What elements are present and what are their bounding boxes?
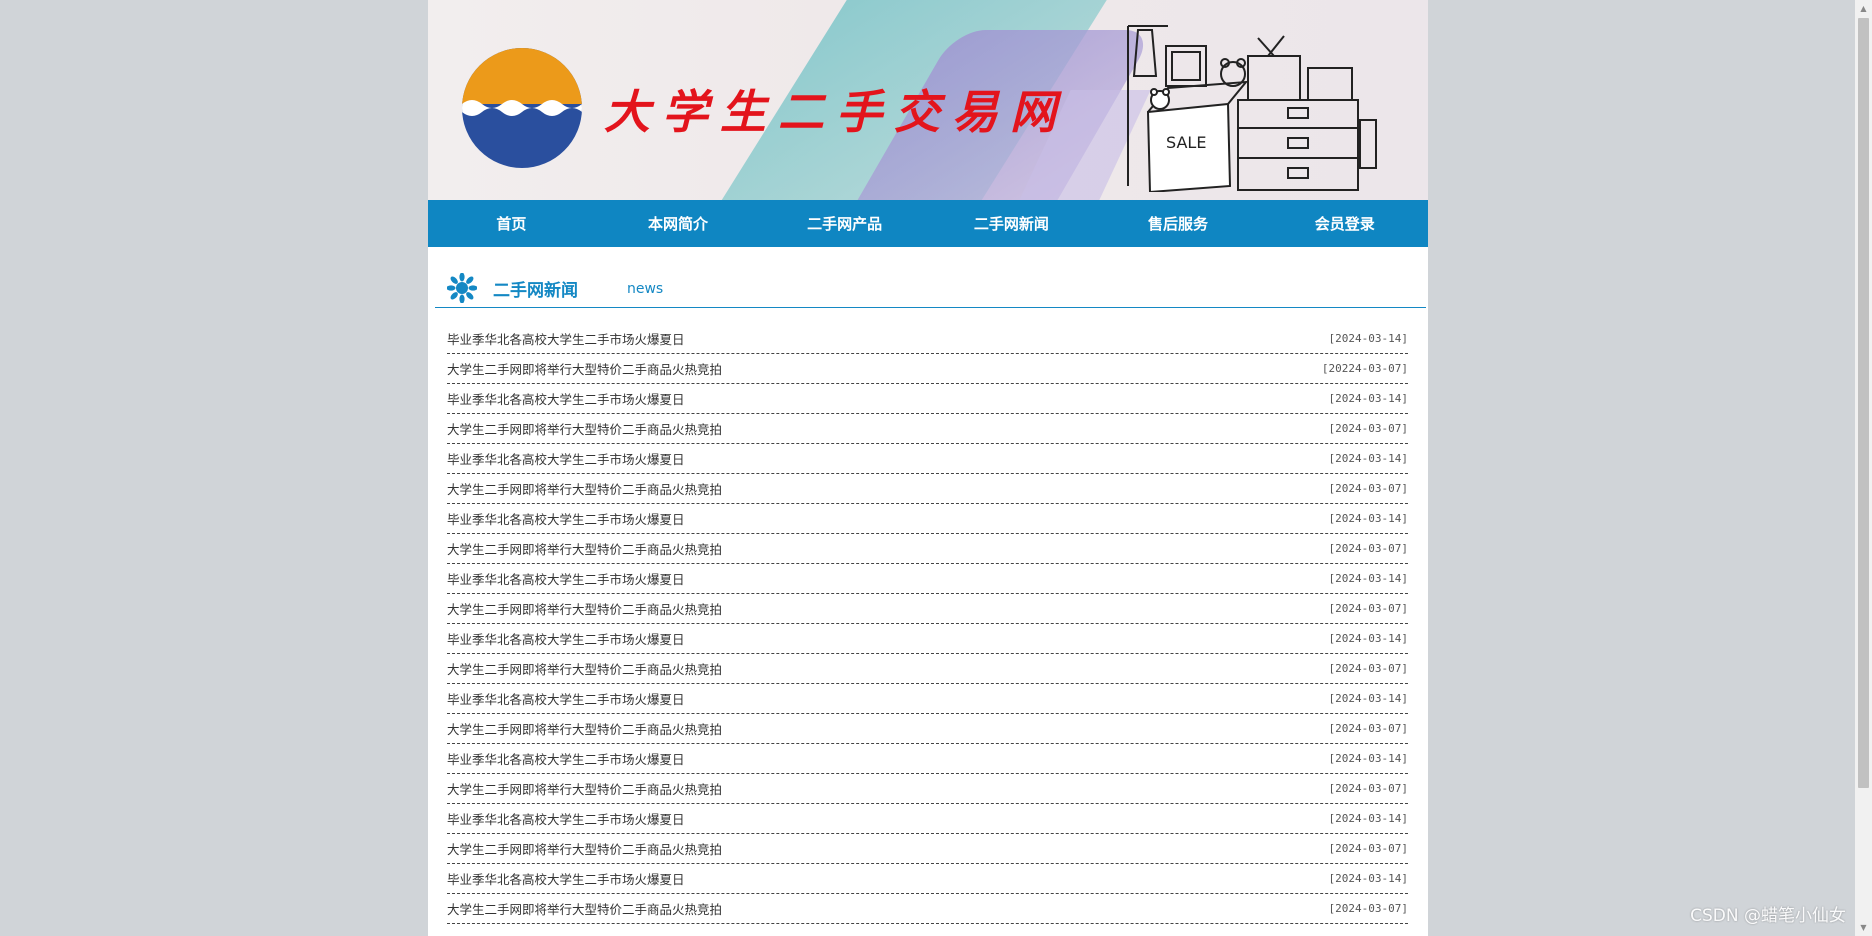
nav-item-login[interactable]: 会员登录	[1261, 200, 1428, 247]
news-title[interactable]: 大学生二手网即将举行大型特价二手商品火热竞拍	[447, 539, 722, 558]
news-title[interactable]: 大学生二手网即将举行大型特价二手商品火热竞拍	[447, 779, 722, 798]
news-title[interactable]: 毕业季华北各高校大学生二手市场火爆夏日	[447, 449, 685, 468]
news-date: [2024-03-07]	[1328, 722, 1408, 735]
news-date: [2024-03-14]	[1328, 332, 1408, 345]
watermark: CSDN @蜡笔小仙女	[1690, 906, 1846, 926]
news-title[interactable]: 毕业季华北各高校大学生二手市场火爆夏日	[447, 869, 685, 888]
site-logo-icon[interactable]	[462, 48, 582, 168]
news-date: [2024-03-07]	[1328, 782, 1408, 795]
news-date: [2024-03-14]	[1328, 812, 1408, 825]
news-item[interactable]: 毕业季华北各高校大学生二手市场火爆夏日 [2024-03-14]	[447, 324, 1408, 354]
news-title[interactable]: 毕业季华北各高校大学生二手市场火爆夏日	[447, 509, 685, 528]
scroll-up-arrow-icon[interactable]: ▲	[1855, 0, 1872, 17]
site-title: 大学生二手交易网	[604, 85, 1068, 139]
section-title: 二手网新闻	[493, 281, 578, 301]
news-item[interactable]: 毕业季华北各高校大学生二手市场火爆夏日 [2024-03-14]	[447, 864, 1408, 894]
news-item[interactable]: 毕业季华北各高校大学生二手市场火爆夏日 [2024-03-14]	[447, 564, 1408, 594]
news-date: [2024-03-07]	[1328, 602, 1408, 615]
news-title[interactable]: 大学生二手网即将举行大型特价二手商品火热竞拍	[447, 719, 722, 738]
news-item[interactable]: 大学生二手网即将举行大型特价二手商品火热竞拍 [2024-03-07]	[447, 414, 1408, 444]
page-container: 大学生二手交易网 SALE 首页 本网简介 二手网产品 二手网新闻 售后服务 会…	[428, 0, 1428, 936]
scroll-down-arrow-icon[interactable]: ▼	[1855, 919, 1872, 936]
news-item[interactable]: 毕业季华北各高校大学生二手市场火爆夏日 [2024-03-14]	[447, 744, 1408, 774]
news-list: 毕业季华北各高校大学生二手市场火爆夏日 [2024-03-14] 大学生二手网即将…	[447, 324, 1408, 924]
sale-sign-text: SALE	[1166, 133, 1206, 152]
news-section-header: 二手网新闻 news	[435, 269, 1426, 308]
nav-item-products[interactable]: 二手网产品	[761, 200, 928, 247]
news-item[interactable]: 大学生二手网即将举行大型特价二手商品火热竞拍 [2024-03-07]	[447, 774, 1408, 804]
news-item[interactable]: 毕业季华北各高校大学生二手市场火爆夏日 [2024-03-14]	[447, 684, 1408, 714]
news-title[interactable]: 大学生二手网即将举行大型特价二手商品火热竞拍	[447, 359, 722, 378]
flower-icon	[447, 273, 477, 303]
news-title[interactable]: 毕业季华北各高校大学生二手市场火爆夏日	[447, 809, 685, 828]
section-subtitle: news	[627, 281, 664, 297]
header-banner: 大学生二手交易网 SALE	[428, 0, 1428, 200]
news-item[interactable]: 大学生二手网即将举行大型特价二手商品火热竞拍 [2024-03-07]	[447, 594, 1408, 624]
news-date: [2024-03-14]	[1328, 872, 1408, 885]
news-date: [2024-03-07]	[1328, 662, 1408, 675]
news-title[interactable]: 大学生二手网即将举行大型特价二手商品火热竞拍	[447, 479, 722, 498]
news-date: [20224-03-07]	[1321, 362, 1408, 375]
nav-item-service[interactable]: 售后服务	[1095, 200, 1262, 247]
news-item[interactable]: 毕业季华北各高校大学生二手市场火爆夏日 [2024-03-14]	[447, 444, 1408, 474]
news-title[interactable]: 大学生二手网即将举行大型特价二手商品火热竞拍	[447, 899, 722, 918]
scrollbar-thumb[interactable]	[1858, 18, 1869, 788]
news-date: [2024-03-14]	[1328, 692, 1408, 705]
news-title[interactable]: 毕业季华北各高校大学生二手市场火爆夏日	[447, 749, 685, 768]
news-title[interactable]: 毕业季华北各高校大学生二手市场火爆夏日	[447, 329, 685, 348]
news-item[interactable]: 大学生二手网即将举行大型特价二手商品火热竞拍 [2024-03-07]	[447, 834, 1408, 864]
news-item[interactable]: 大学生二手网即将举行大型特价二手商品火热竞拍 [2024-03-07]	[447, 714, 1408, 744]
news-date: [2024-03-14]	[1328, 572, 1408, 585]
news-date: [2024-03-07]	[1328, 902, 1408, 915]
news-title[interactable]: 毕业季华北各高校大学生二手市场火爆夏日	[447, 689, 685, 708]
news-title[interactable]: 毕业季华北各高校大学生二手市场火爆夏日	[447, 629, 685, 648]
news-title[interactable]: 大学生二手网即将举行大型特价二手商品火热竞拍	[447, 659, 722, 678]
main-nav: 首页 本网简介 二手网产品 二手网新闻 售后服务 会员登录	[428, 200, 1428, 247]
news-item[interactable]: 大学生二手网即将举行大型特价二手商品火热竞拍 [2024-03-07]	[447, 474, 1408, 504]
news-item[interactable]: 大学生二手网即将举行大型特价二手商品火热竞拍 [20224-03-07]	[447, 354, 1408, 384]
news-item[interactable]: 大学生二手网即将举行大型特价二手商品火热竞拍 [2024-03-07]	[447, 654, 1408, 684]
news-date: [2024-03-14]	[1328, 752, 1408, 765]
news-date: [2024-03-07]	[1328, 542, 1408, 555]
sale-furniture-illustration: SALE	[1127, 25, 1377, 192]
news-title[interactable]: 大学生二手网即将举行大型特价二手商品火热竞拍	[447, 419, 722, 438]
nav-item-news[interactable]: 二手网新闻	[928, 200, 1095, 247]
nav-item-about[interactable]: 本网简介	[595, 200, 762, 247]
news-item[interactable]: 毕业季华北各高校大学生二手市场火爆夏日 [2024-03-14]	[447, 384, 1408, 414]
news-title[interactable]: 大学生二手网即将举行大型特价二手商品火热竞拍	[447, 599, 722, 618]
news-date: [2024-03-14]	[1328, 512, 1408, 525]
news-title[interactable]: 毕业季华北各高校大学生二手市场火爆夏日	[447, 569, 685, 588]
news-date: [2024-03-07]	[1328, 842, 1408, 855]
news-item[interactable]: 大学生二手网即将举行大型特价二手商品火热竞拍 [2024-03-07]	[447, 534, 1408, 564]
news-item[interactable]: 毕业季华北各高校大学生二手市场火爆夏日 [2024-03-14]	[447, 624, 1408, 654]
news-date: [2024-03-14]	[1328, 632, 1408, 645]
news-title[interactable]: 毕业季华北各高校大学生二手市场火爆夏日	[447, 389, 685, 408]
vertical-scrollbar[interactable]: ▲ ▼	[1855, 0, 1872, 936]
news-date: [2024-03-07]	[1328, 482, 1408, 495]
news-date: [2024-03-14]	[1328, 392, 1408, 405]
nav-item-home[interactable]: 首页	[428, 200, 595, 247]
news-item[interactable]: 毕业季华北各高校大学生二手市场火爆夏日 [2024-03-14]	[447, 804, 1408, 834]
news-item[interactable]: 毕业季华北各高校大学生二手市场火爆夏日 [2024-03-14]	[447, 504, 1408, 534]
news-date: [2024-03-07]	[1328, 422, 1408, 435]
news-item[interactable]: 大学生二手网即将举行大型特价二手商品火热竞拍 [2024-03-07]	[447, 894, 1408, 924]
news-date: [2024-03-14]	[1328, 452, 1408, 465]
news-title[interactable]: 大学生二手网即将举行大型特价二手商品火热竞拍	[447, 839, 722, 858]
